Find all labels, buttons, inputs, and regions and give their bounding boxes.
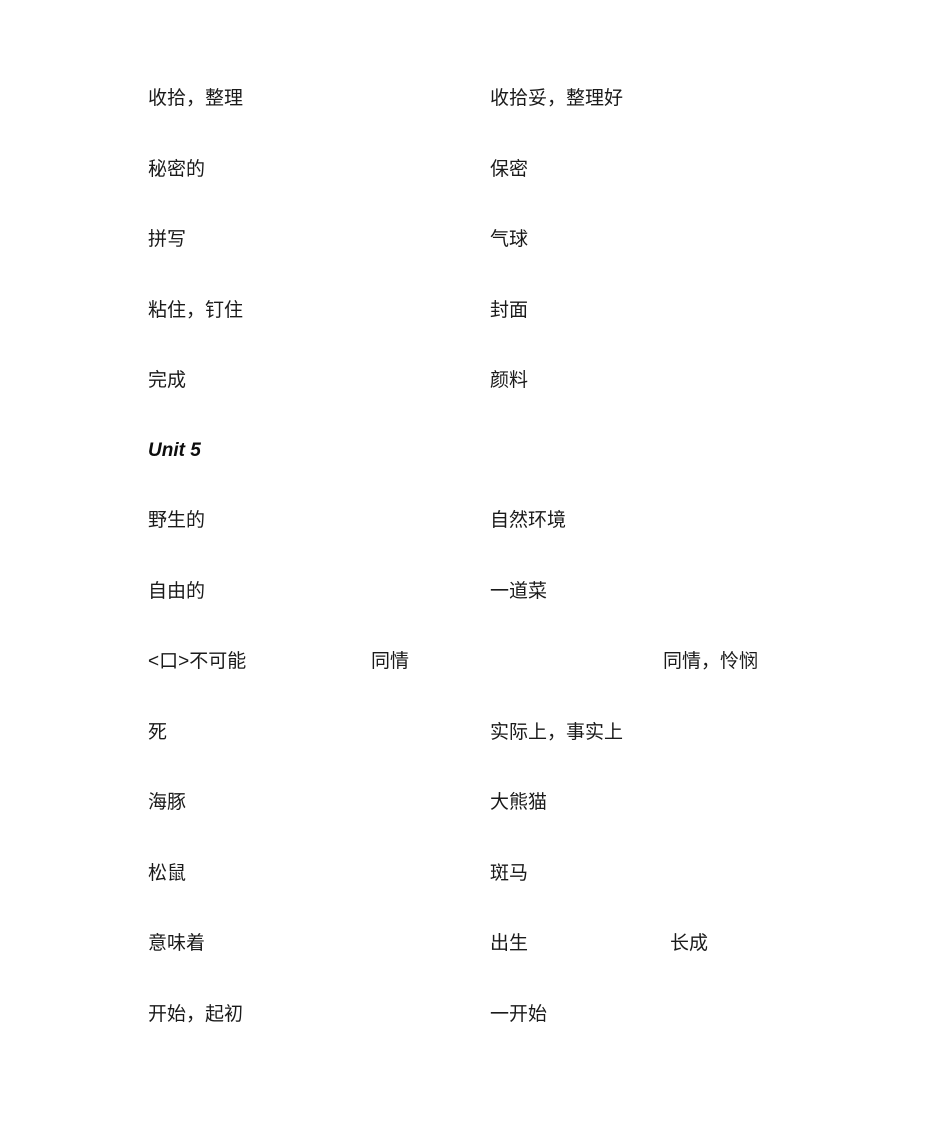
vocabulary-row: <口>不可能 同情 同情，怜悯 [0,648,945,676]
vocabulary-term-left: 意味着 [148,933,206,954]
vocabulary-term-left: 粘住，钉住 [148,300,244,321]
vocabulary-term-right: 一道菜 [490,581,548,602]
vocabulary-term-far-right: 长成 [670,933,709,954]
vocabulary-row: 自由的 一道菜 [0,578,945,606]
vocabulary-row: 海豚 大熊猫 [0,789,945,817]
vocabulary-term-left: 开始，起初 [148,1004,244,1025]
vocabulary-term-right: 颜料 [490,370,529,391]
vocabulary-term-left: 海豚 [148,792,187,813]
vocabulary-term-right: 收拾妥，整理好 [490,88,624,109]
vocabulary-term-left: 松鼠 [148,863,187,884]
vocabulary-row: 收拾，整理 收拾妥，整理好 [0,85,945,113]
vocabulary-term-left: 收拾，整理 [148,88,244,109]
vocabulary-term-right: 出生 [490,933,529,954]
vocabulary-term-right: 实际上，事实上 [490,722,624,743]
vocabulary-term-left: 拼写 [148,229,187,250]
unit-heading: Unit 5 [148,440,201,461]
vocabulary-term-left: 完成 [148,370,187,391]
vocabulary-term-right: 自然环境 [490,510,567,531]
vocabulary-row: 开始，起初 一开始 [0,1001,945,1029]
vocabulary-term-right: 封面 [490,300,529,321]
vocabulary-term-left: 秘密的 [148,159,206,180]
vocabulary-term-right: 一开始 [490,1004,548,1025]
vocabulary-row: 野生的 自然环境 [0,507,945,535]
vocabulary-term-middle: 同情 [371,651,410,672]
vocabulary-row: 拼写 气球 [0,226,945,254]
document-page: 收拾，整理 收拾妥，整理好秘密的 保密拼写 气球粘住，钉住 封面完成 颜料野生的 自然环境自… [0,0,945,1123]
vocabulary-term-left: 自由的 [148,581,206,602]
vocabulary-row: 秘密的 保密 [0,156,945,184]
vocabulary-row: 粘住，钉住 封面 [0,297,945,325]
vocabulary-term-right: 斑马 [490,863,529,884]
vocabulary-term-right: 大熊猫 [490,792,548,813]
vocabulary-row: 完成 颜料 [0,367,945,395]
vocabulary-term-far-right: 同情，怜悯 [663,651,759,672]
vocabulary-term-left: 野生的 [148,510,206,531]
vocabulary-term-left: 死 [148,722,168,743]
vocabulary-row: 松鼠 斑马 [0,860,945,888]
vocabulary-row: 意味着 出生 长成 [0,930,945,958]
vocabulary-term-right: 保密 [490,159,529,180]
vocabulary-term-right: 气球 [490,229,529,250]
vocabulary-term-left: <口>不可能 [148,651,247,672]
vocabulary-row: 死 实际上，事实上 [0,719,945,747]
